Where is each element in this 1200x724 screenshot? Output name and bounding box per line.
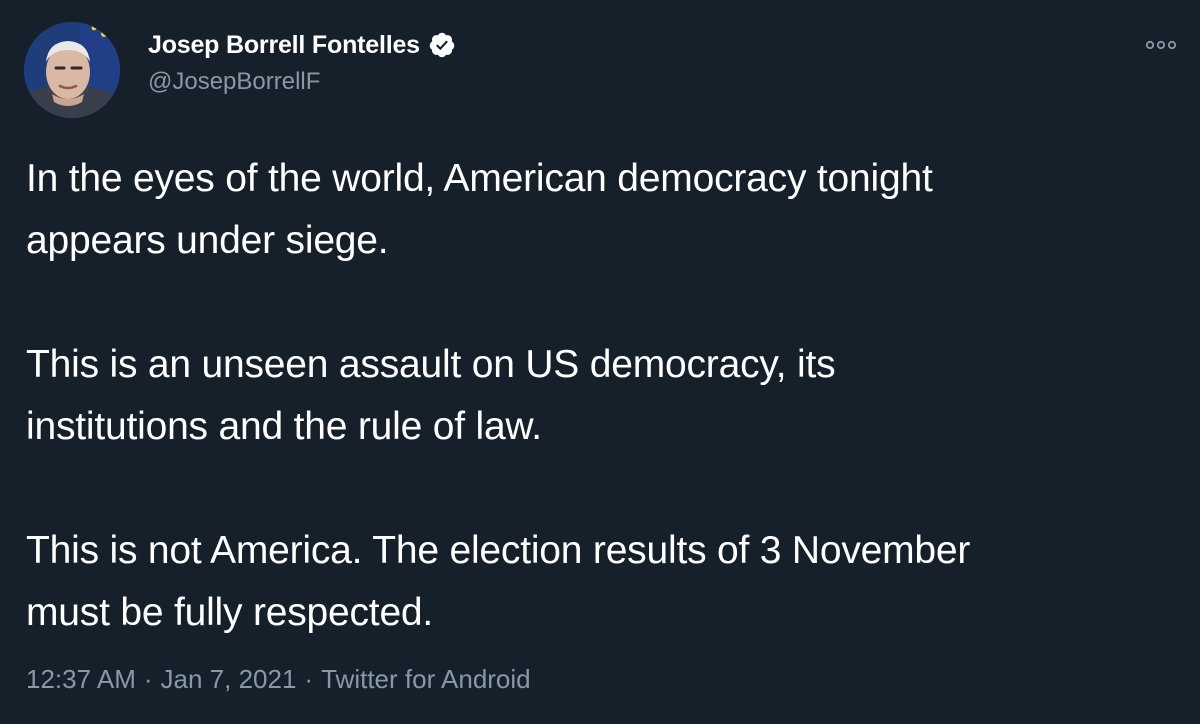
tweet-paragraph: This is not America. The election result… bbox=[26, 529, 971, 634]
avatar[interactable] bbox=[24, 22, 120, 118]
author-info: Josep Borrell Fontelles @JosepBorrellF bbox=[148, 28, 456, 96]
tweet-card: Josep Borrell Fontelles @JosepBorrellF I… bbox=[0, 0, 1200, 724]
tweet-metadata: 12:37 AM · Jan 7, 2021 · Twitter for Android bbox=[26, 664, 531, 695]
tweet-source[interactable]: Twitter for Android bbox=[321, 664, 531, 694]
tweet-text: In the eyes of the world, American democ… bbox=[26, 148, 1176, 644]
tweet-time[interactable]: 12:37 AM bbox=[26, 664, 136, 694]
name-row: Josep Borrell Fontelles bbox=[148, 28, 456, 62]
author-display-name[interactable]: Josep Borrell Fontelles bbox=[148, 31, 420, 60]
meta-separator: · bbox=[304, 664, 314, 694]
profile-photo-icon bbox=[24, 22, 120, 118]
tweet-paragraph: This is an unseen assault on US democrac… bbox=[26, 343, 836, 448]
tweet-date[interactable]: Jan 7, 2021 bbox=[161, 664, 297, 694]
meta-separator: · bbox=[143, 664, 153, 694]
more-dots-icon[interactable] bbox=[1144, 36, 1178, 54]
tweet-paragraph: In the eyes of the world, American democ… bbox=[26, 157, 933, 262]
verified-badge-icon bbox=[429, 32, 455, 58]
author-handle[interactable]: @JosepBorrellF bbox=[148, 68, 456, 96]
